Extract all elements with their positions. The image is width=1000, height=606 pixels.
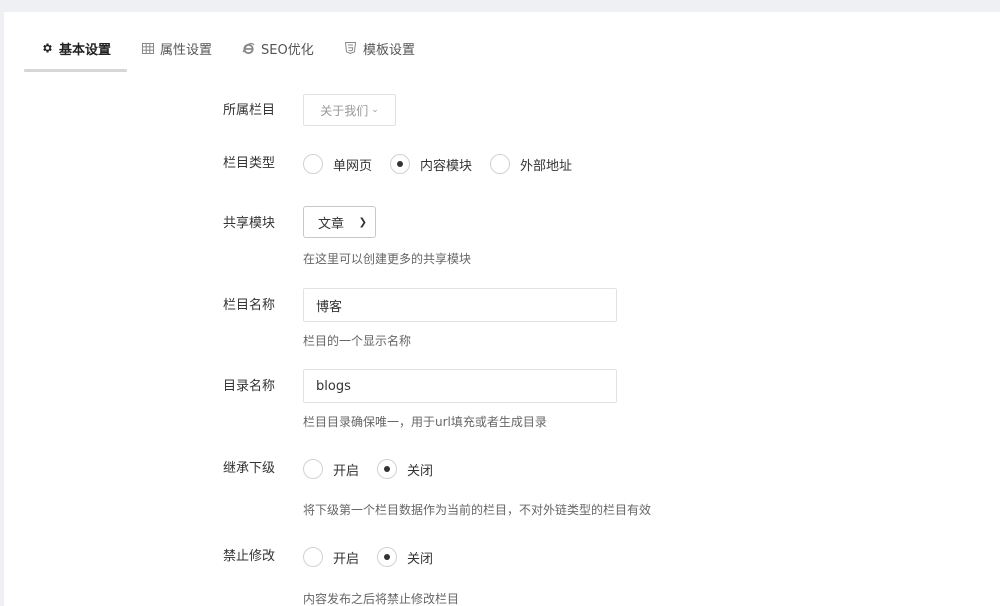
grid-icon	[141, 42, 154, 55]
radio-label: 开启	[333, 463, 360, 479]
chevron-down-icon: ❯	[358, 216, 367, 228]
ie-icon	[242, 42, 255, 55]
shared-module-select[interactable]: 文章 ❯	[303, 206, 376, 238]
forbid-edit-label: 禁止修改	[222, 549, 275, 564]
inherit-sub-option-off[interactable]: 关闭	[377, 459, 433, 479]
radio-label: 外部地址	[520, 158, 573, 174]
active-tab-indicator	[24, 69, 127, 72]
html5-icon	[344, 42, 357, 55]
column-type-label: 栏目类型	[222, 156, 275, 171]
parent-column-select[interactable]: 关于我们 ⌄	[303, 94, 396, 126]
inherit-sub-hint: 将下级第一个栏目数据作为当前的栏目，不对外链类型的栏目有效	[303, 503, 652, 517]
radio-circle	[303, 459, 323, 479]
column-name-input[interactable]: 博客	[303, 288, 617, 322]
radio-circle	[303, 547, 323, 567]
shared-module-hint: 在这里可以创建更多的共享模块	[303, 252, 472, 266]
inherit-sub-option-on[interactable]: 开启	[303, 459, 359, 479]
tab-basic-settings[interactable]: 基本设置	[40, 38, 111, 58]
radio-label: 内容模块	[420, 158, 473, 174]
parent-column-value: 关于我们	[320, 103, 369, 118]
shared-module-label: 共享模块	[222, 216, 275, 231]
dir-name-label: 目录名称	[222, 379, 275, 394]
tab-attribute-settings[interactable]: 属性设置	[141, 38, 212, 58]
radio-label: 开启	[333, 551, 360, 567]
column-type-option-single-page[interactable]: 单网页	[303, 154, 372, 174]
column-type-radio-group: 单网页 内容模块 外部地址	[303, 152, 590, 176]
column-name-hint: 栏目的一个显示名称	[303, 334, 412, 348]
forbid-edit-radio-group: 开启 关闭	[303, 545, 451, 569]
shared-module-value: 文章	[318, 216, 345, 232]
tab-label: SEO优化	[261, 42, 314, 58]
column-type-option-external[interactable]: 外部地址	[490, 154, 572, 174]
tab-label: 模板设置	[363, 42, 416, 58]
parent-column-label: 所属栏目	[222, 103, 275, 118]
settings-panel: 基本设置 属性设置 SEO优化 模板设置 所属栏目 关于我们 ⌄ 栏目类型 单网…	[4, 12, 1000, 606]
tab-template-settings[interactable]: 模板设置	[344, 38, 415, 58]
gear-icon	[40, 42, 53, 55]
radio-label: 关闭	[407, 551, 434, 567]
radio-circle-checked	[377, 459, 398, 479]
radio-circle	[303, 154, 323, 174]
forbid-edit-option-off[interactable]: 关闭	[377, 547, 433, 567]
tab-label: 属性设置	[160, 42, 213, 58]
forbid-edit-hint: 内容发布之后将禁止修改栏目	[303, 592, 460, 606]
radio-circle-checked	[390, 154, 411, 174]
column-name-value: 博客	[316, 299, 343, 315]
radio-label: 关闭	[407, 463, 434, 479]
forbid-edit-option-on[interactable]: 开启	[303, 547, 359, 567]
radio-circle	[490, 154, 511, 174]
radio-circle-checked	[377, 547, 398, 567]
column-type-option-content-module[interactable]: 内容模块	[390, 154, 472, 174]
dir-name-hint: 栏目目录确保唯一，用于url填充或者生成目录	[303, 415, 547, 429]
column-name-label: 栏目名称	[222, 298, 275, 313]
tab-seo[interactable]: SEO优化	[242, 38, 314, 58]
dir-name-input[interactable]: blogs	[303, 369, 617, 403]
inherit-sub-label: 继承下级	[222, 461, 275, 476]
inherit-sub-radio-group: 开启 关闭	[303, 457, 451, 481]
chevron-down-icon: ⌄	[371, 105, 379, 115]
tab-label: 基本设置	[59, 42, 112, 58]
tab-bar: 基本设置 属性设置 SEO优化 模板设置	[4, 12, 1000, 74]
dir-name-value: blogs	[316, 378, 351, 394]
radio-label: 单网页	[333, 158, 373, 174]
